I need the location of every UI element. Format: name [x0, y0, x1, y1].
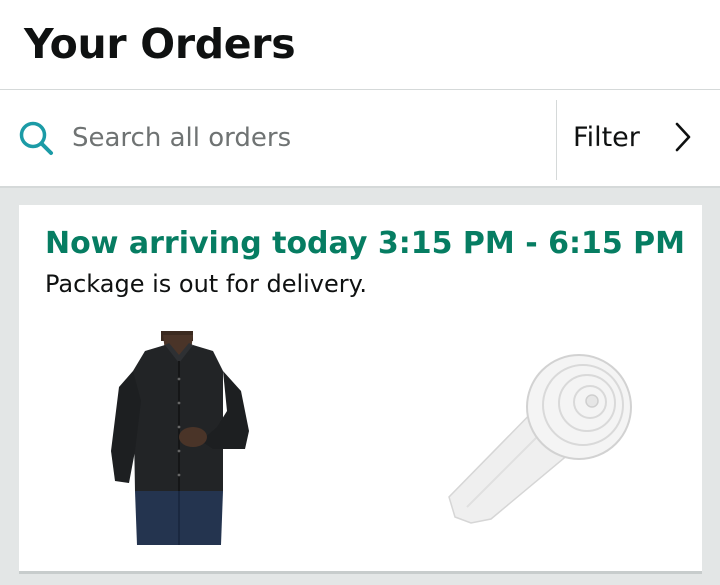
- tie-image: [448, 354, 632, 524]
- filter-label: Filter: [573, 122, 640, 153]
- filter-button[interactable]: Filter: [557, 90, 720, 186]
- search-icon: [19, 121, 53, 155]
- product-image-tie[interactable]: [447, 347, 637, 525]
- arrival-status: Now arriving today 3:15 PM - 6:15 PM: [45, 226, 686, 261]
- page-title: Your Orders: [24, 20, 296, 68]
- search-input[interactable]: [62, 114, 562, 162]
- shirt-image: [111, 331, 249, 545]
- product-image-shirt[interactable]: [105, 331, 253, 545]
- order-card[interactable]: Now arriving today 3:15 PM - 6:15 PM Pac…: [19, 205, 702, 574]
- search-bar: Filter: [0, 90, 720, 188]
- chevron-right-icon: [675, 122, 691, 152]
- header: Your Orders: [0, 0, 720, 90]
- search-area[interactable]: [0, 90, 562, 186]
- delivery-status: Package is out for delivery.: [45, 270, 368, 298]
